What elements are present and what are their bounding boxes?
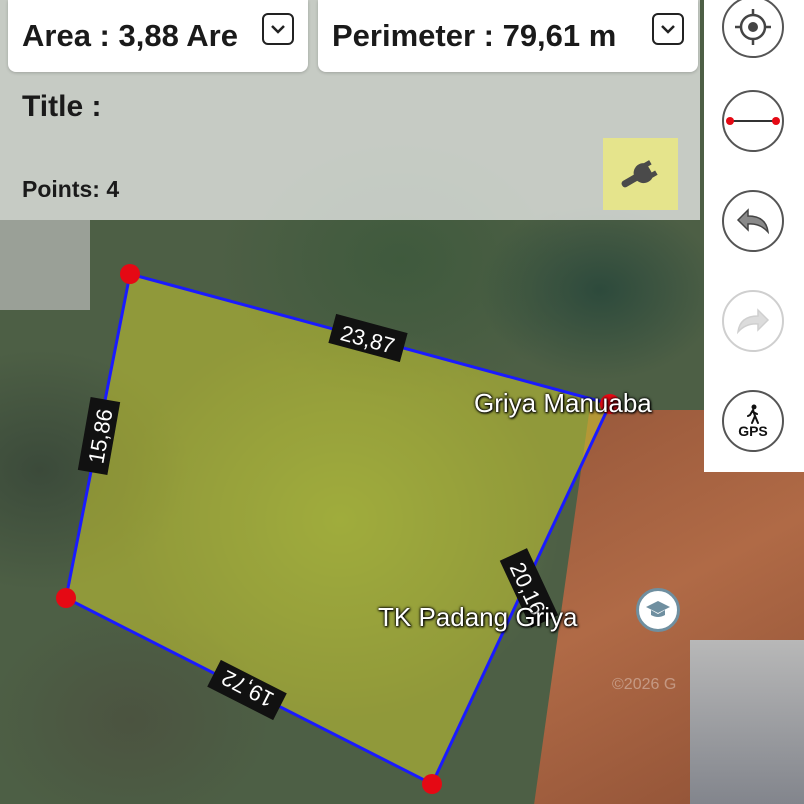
measure-line-icon — [726, 117, 780, 125]
gps-label: GPS — [738, 423, 768, 439]
gps-button[interactable]: GPS — [722, 390, 784, 452]
vertex-point[interactable] — [422, 774, 442, 794]
chevron-down-icon — [271, 25, 285, 34]
locate-button[interactable] — [722, 0, 784, 58]
measured-area-polygon — [64, 272, 613, 787]
school-icon[interactable] — [636, 588, 680, 632]
area-unit-dropdown[interactable] — [262, 13, 294, 45]
perimeter-unit-dropdown[interactable] — [652, 13, 684, 45]
locate-icon — [735, 9, 771, 45]
map-attribution: ©2026 G — [612, 676, 677, 693]
map-tools-sidebar: GPS — [704, 0, 804, 472]
points-count: Points: 4 — [22, 176, 120, 202]
settings-tool-button[interactable] — [603, 138, 678, 210]
perimeter-card[interactable]: Perimeter : 79,61 m — [318, 0, 698, 72]
walking-person-icon — [747, 404, 759, 424]
vertex-point[interactable] — [120, 264, 140, 284]
title-label[interactable]: Title : — [22, 90, 101, 124]
redo-icon — [736, 308, 770, 335]
place-label[interactable]: TK Padang Griya — [378, 602, 577, 633]
measure-line-button[interactable] — [722, 90, 784, 152]
wrench-icon — [621, 160, 658, 188]
perimeter-value: Perimeter : 79,61 m — [332, 18, 617, 53]
place-label[interactable]: Griya Manuaba — [474, 388, 652, 419]
area-card[interactable]: Area : 3,88 Are — [8, 0, 308, 72]
vertex-point[interactable] — [56, 588, 76, 608]
area-value: Area : 3,88 Are — [22, 18, 238, 53]
chevron-down-icon — [661, 25, 675, 34]
redo-button[interactable] — [722, 290, 784, 352]
undo-button[interactable] — [722, 190, 784, 252]
undo-icon — [736, 208, 770, 235]
info-panel: Area : 3,88 Are Perimeter : 79,61 m Titl… — [0, 0, 700, 220]
